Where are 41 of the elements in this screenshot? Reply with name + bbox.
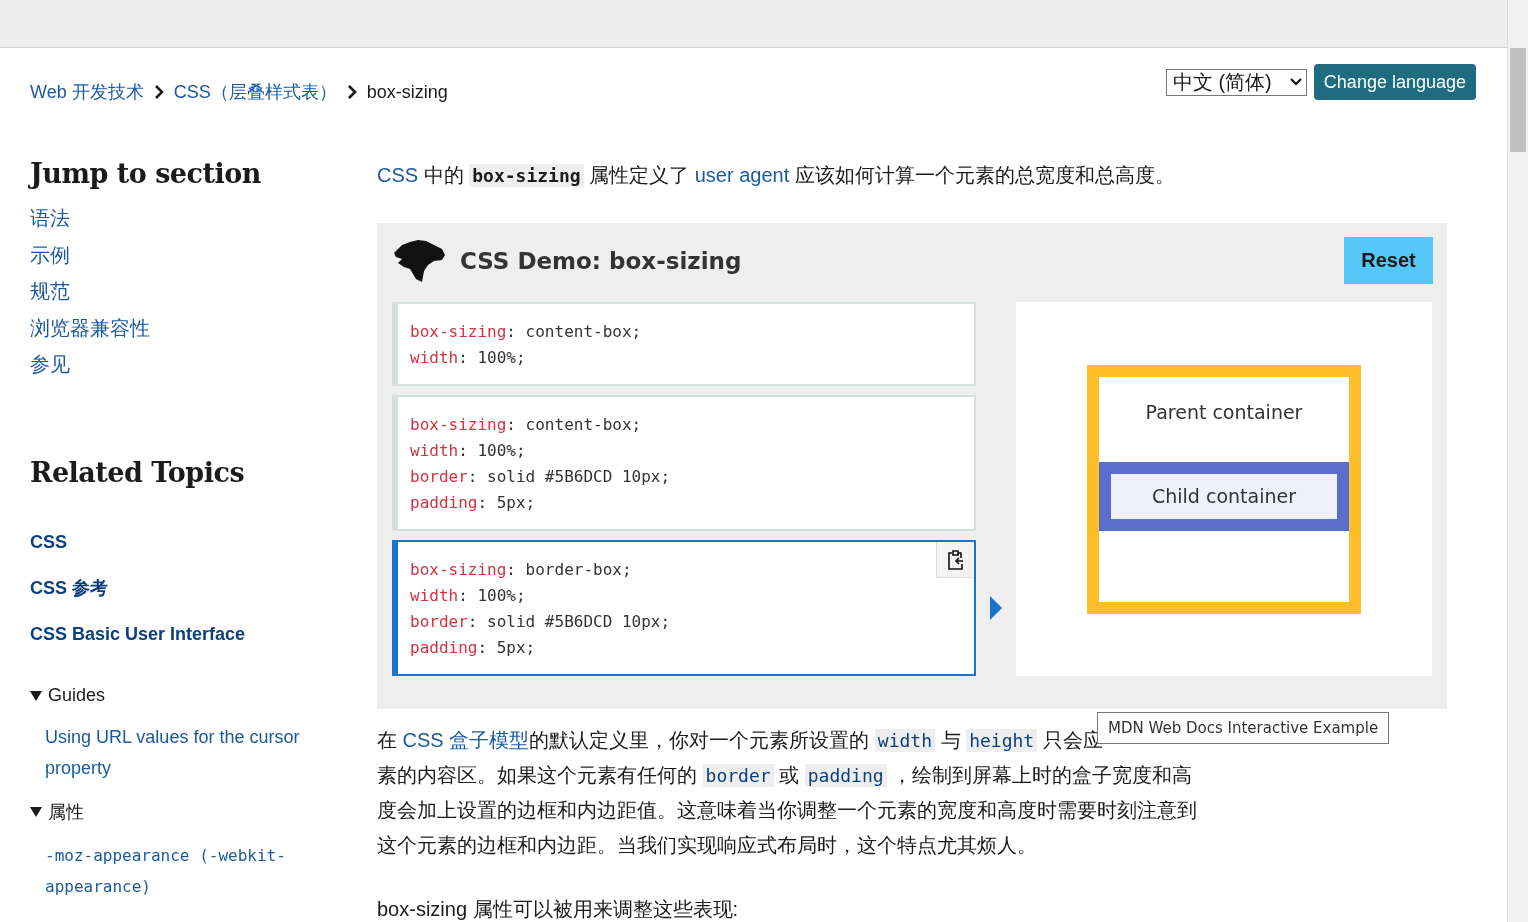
triangle-down-icon[interactable] xyxy=(30,689,42,701)
child-container-box: Child container xyxy=(1099,461,1349,531)
text-link[interactable]: user agent xyxy=(694,164,790,186)
scrollbar[interactable] xyxy=(1507,0,1528,922)
copy-button[interactable] xyxy=(936,542,974,578)
breadcrumb-link[interactable]: Web 开发技术 xyxy=(30,80,144,104)
text-link[interactable]: CSS 盒子模型 xyxy=(402,729,530,751)
text-link[interactable]: CSS xyxy=(377,164,419,186)
guide-link[interactable]: Using URL values for the cursor property xyxy=(45,721,337,784)
breadcrumb-link[interactable]: CSS（层叠样式表） xyxy=(173,80,337,104)
sidebar-heading: Jump to section xyxy=(30,157,262,191)
caret-icon xyxy=(1289,78,1302,86)
topic-link[interactable]: CSS Basic User Interface xyxy=(30,622,246,645)
play-arrow-icon xyxy=(990,596,1002,620)
section-link[interactable]: 参见 xyxy=(30,346,70,383)
tooltip: MDN Web Docs Interactive Example xyxy=(1097,712,1390,744)
section-link[interactable]: 规范 xyxy=(30,273,70,310)
chevron-icon xyxy=(153,85,164,99)
language-select[interactable]: 中文 (简体) xyxy=(1165,68,1307,96)
change-language-button[interactable]: Change language xyxy=(1313,64,1476,100)
topic-link[interactable]: CSS xyxy=(30,530,67,553)
demo-title: CSS Demo: box-sizing xyxy=(460,247,742,274)
code-example[interactable]: box-sizing: border-box; width: 100%; border: solid #5B6DCD 10px; padding: 5px; xyxy=(392,540,976,676)
guide-link[interactable]: -moz-appearance (-webkit-appearance) xyxy=(45,839,337,902)
topic-link[interactable]: CSS 参考 xyxy=(30,576,108,599)
code-example[interactable]: box-sizing: content-box; width: 100%; xyxy=(392,302,976,386)
parent-label: Parent container xyxy=(1144,399,1304,425)
reset-button[interactable]: Reset xyxy=(1344,237,1433,284)
section-link[interactable]: 示例 xyxy=(30,236,70,273)
current-page-label: box-sizing xyxy=(366,81,448,103)
section-link[interactable]: 语法 xyxy=(30,200,70,237)
intro-paragraph: CSS 中的 box-sizing 属性定义了 user agent 应该如何计算一个元素的总宽度和总高度。 xyxy=(377,163,1176,189)
triangle-down-icon[interactable] xyxy=(30,806,42,817)
chevron-icon xyxy=(346,85,357,99)
clipboard-icon xyxy=(946,549,965,570)
code-example[interactable]: box-sizing: content-box; width: 100%; border: solid #5B6DCD 10px; padding: 5px; xyxy=(392,395,976,531)
sidebar-heading: Related Topics xyxy=(30,455,246,490)
group-label[interactable]: Guides xyxy=(48,684,106,706)
section-link[interactable]: 浏览器兼容性 xyxy=(30,309,150,346)
body-paragraph: box-sizing 属性可以被用来调整这些表现: xyxy=(377,897,740,922)
group-label[interactable]: 属性 xyxy=(48,799,84,824)
